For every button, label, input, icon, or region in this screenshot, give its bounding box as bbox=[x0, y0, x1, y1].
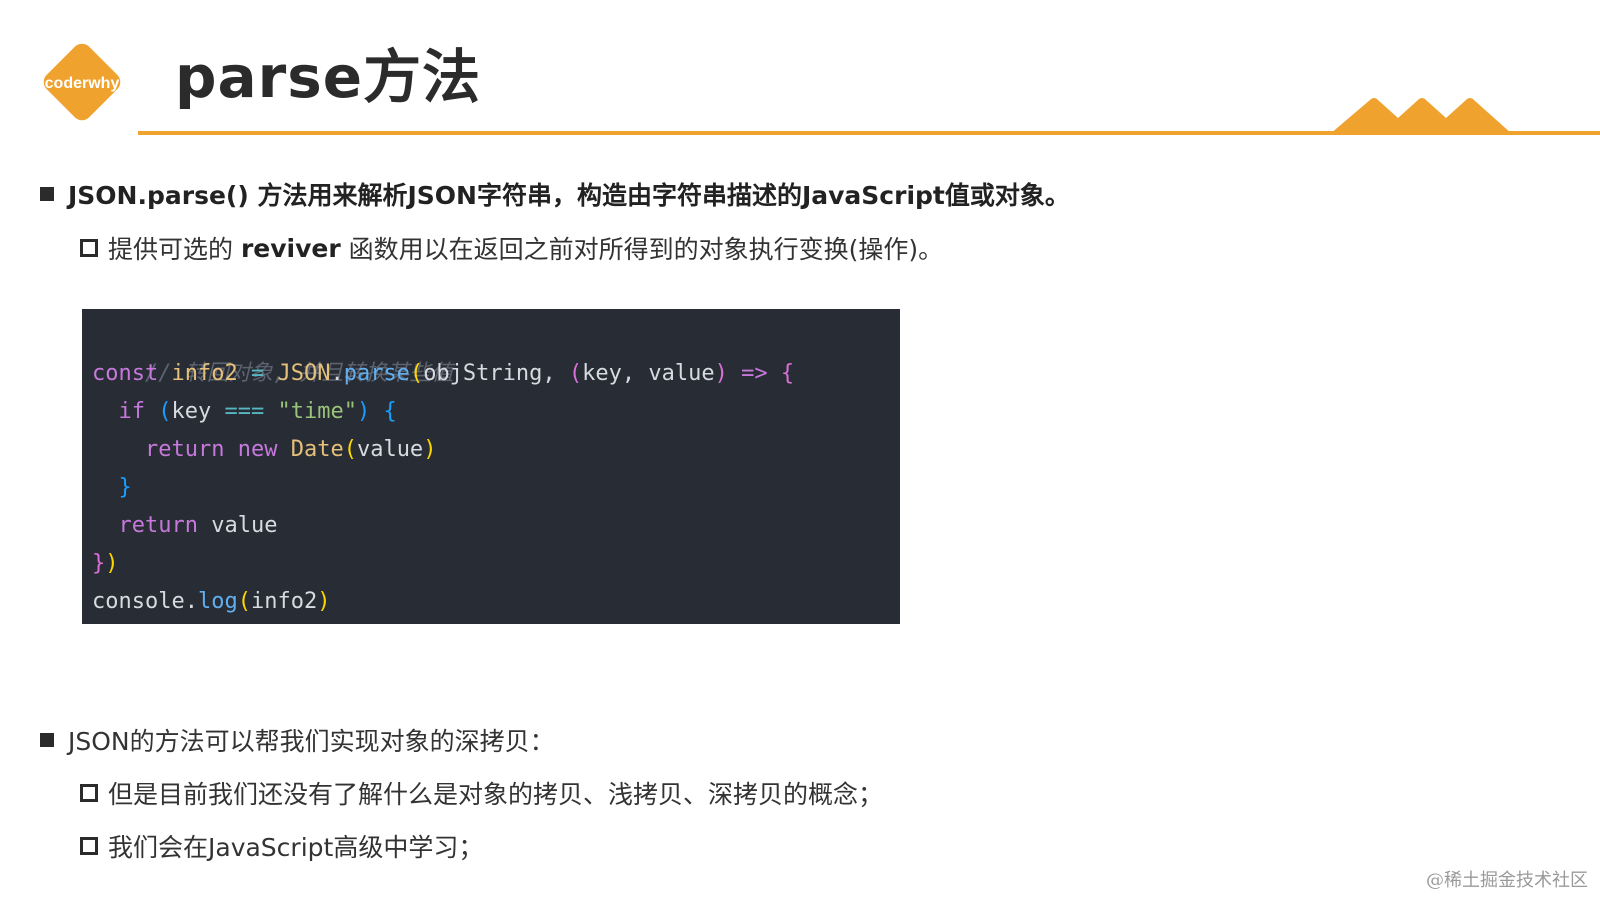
bullet-advanced-js: 我们会在JavaScript高级中学习； bbox=[80, 828, 483, 864]
code-token: ( bbox=[158, 399, 172, 424]
bullet-copy-concepts: 但是目前我们还没有了解什么是对象的拷贝、浅拷贝、深拷贝的概念； bbox=[80, 775, 883, 811]
code-token: return bbox=[144, 437, 225, 462]
code-token: ( bbox=[237, 589, 251, 614]
page-title: parse方法 bbox=[175, 43, 482, 111]
code-line-5: return value bbox=[92, 507, 890, 545]
code-token: Date bbox=[290, 437, 344, 462]
logo-text: coderwhy bbox=[45, 75, 120, 92]
code-block: // 转回对象, 并且转换某些值 const info2 = JSON.pars… bbox=[82, 309, 900, 624]
code-line-4: } bbox=[92, 469, 890, 507]
code-line-comment: // 转回对象, 并且转换某些值 bbox=[92, 317, 890, 386]
code-token: parse bbox=[343, 361, 410, 386]
code-token: ( bbox=[409, 361, 424, 386]
coderwhy-logo: coderwhy bbox=[38, 38, 126, 126]
code-token: ) bbox=[714, 361, 728, 386]
code-token: ) bbox=[105, 551, 119, 576]
bullet-hollow-square-icon bbox=[80, 784, 98, 802]
code-token: objString, bbox=[423, 361, 569, 386]
bullet-text: JSON的方法可以帮我们实现对象的深拷贝： bbox=[68, 727, 555, 756]
code-token: log bbox=[197, 589, 238, 614]
code-token: new bbox=[237, 437, 278, 462]
bullet-square-icon bbox=[40, 187, 54, 201]
logo-diamond-icon: coderwhy bbox=[43, 43, 121, 121]
code-token: const bbox=[92, 361, 159, 386]
code-token: === bbox=[211, 399, 278, 424]
mountains-decoration-icon bbox=[1330, 98, 1512, 134]
code-token: key bbox=[171, 399, 212, 424]
code-token: key, value bbox=[582, 361, 715, 386]
code-token: ) bbox=[356, 399, 371, 424]
code-token: "time" bbox=[277, 399, 357, 424]
reviver-suffix: 函数用以在返回之前对所得到的对象执行变换(操作)。 bbox=[340, 235, 944, 264]
code-token: info2 bbox=[171, 361, 238, 386]
code-token: } bbox=[92, 551, 106, 576]
watermark: @稀土掘金技术社区 bbox=[1426, 870, 1588, 891]
bullet-hollow-square-icon bbox=[80, 239, 98, 257]
code-token: ) bbox=[423, 437, 437, 462]
bullet-json-parse: JSON.parse() 方法用来解析JSON字符串，构造由字符串描述的Java… bbox=[40, 176, 1070, 212]
reviver-prefix: 提供可选的 bbox=[108, 235, 241, 264]
bullet-square-icon bbox=[40, 733, 54, 747]
code-token: = bbox=[237, 361, 278, 386]
bullet-text: 我们会在JavaScript高级中学习； bbox=[108, 833, 484, 862]
code-token: console bbox=[92, 589, 185, 614]
code-line-3: return new Date(value) bbox=[92, 431, 890, 469]
code-token: JSON bbox=[277, 361, 331, 386]
code-token: . bbox=[184, 589, 198, 614]
reviver-keyword: reviver bbox=[240, 233, 341, 263]
bullet-text: 但是目前我们还没有了解什么是对象的拷贝、浅拷贝、深拷贝的概念； bbox=[108, 780, 884, 809]
code-token: . bbox=[330, 361, 344, 386]
code-token: } bbox=[118, 475, 132, 500]
bullet-reviver: 提供可选的 reviver 函数用以在返回之前对所得到的对象执行变换(操作)。 bbox=[80, 230, 943, 266]
code-token: ( bbox=[343, 437, 357, 462]
code-token: return bbox=[118, 513, 198, 538]
code-token: ) bbox=[317, 589, 331, 614]
code-line-2: if (key === "time") { bbox=[92, 393, 890, 431]
code-token: value bbox=[211, 513, 278, 538]
code-token: if bbox=[118, 399, 146, 424]
code-token: value bbox=[356, 437, 424, 462]
code-token: => bbox=[727, 361, 781, 386]
code-token: { bbox=[780, 361, 795, 386]
code-token: { bbox=[383, 399, 397, 424]
bullet-text: JSON.parse() 方法用来解析JSON字符串，构造由字符串描述的Java… bbox=[68, 181, 1070, 210]
code-token: info2 bbox=[250, 589, 318, 614]
bullet-deep-copy: JSON的方法可以帮我们实现对象的深拷贝： bbox=[40, 722, 555, 758]
code-token: ( bbox=[568, 361, 583, 386]
code-line-7: console.log(info2) bbox=[92, 583, 890, 621]
bullet-hollow-square-icon bbox=[80, 837, 98, 855]
code-line-1: const info2 = JSON.parse(objString, (key… bbox=[92, 355, 890, 393]
code-line-6: }) bbox=[92, 545, 890, 583]
